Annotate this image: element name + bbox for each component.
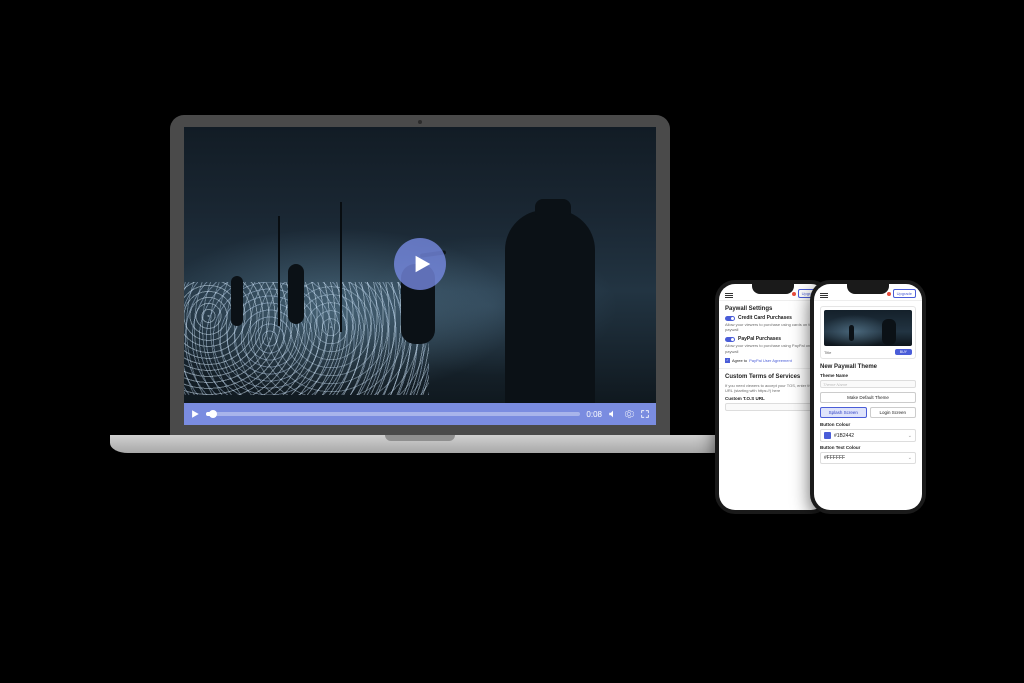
- phone-paywall-theme: Upgrade Title BUY New Paywall Theme Them…: [810, 280, 926, 514]
- camera-icon: [418, 120, 422, 124]
- setting-label: Credit Card Purchases: [738, 315, 792, 321]
- play-button[interactable]: [394, 238, 446, 290]
- field-label: Button Text Colour: [820, 445, 916, 450]
- colour-value: #1B2442: [834, 433, 854, 439]
- laptop-base: [110, 435, 730, 453]
- button-text-colour-picker[interactable]: #FFFFFF ⌄: [820, 452, 916, 464]
- laptop-shell: 0:08: [170, 115, 670, 435]
- setting-credit-card: Credit Card Purchases Allow your viewers…: [725, 315, 821, 332]
- section-title: Custom Terms of Services: [725, 374, 821, 380]
- button-colour-picker[interactable]: #1B2442 ⌄: [820, 429, 916, 442]
- paypal-agreement-link[interactable]: PayPal User Agreement: [749, 358, 792, 363]
- settings-icon[interactable]: [624, 409, 634, 419]
- time-display: 0:08: [586, 410, 602, 419]
- menu-icon[interactable]: [820, 293, 828, 298]
- field-label: Button Colour: [820, 422, 916, 427]
- section-title: New Paywall Theme: [820, 364, 916, 370]
- theme-name-input[interactable]: Theme Name: [820, 380, 916, 388]
- theme-preview: Title BUY: [820, 306, 916, 359]
- volume-icon[interactable]: [608, 409, 618, 419]
- section-title: Paywall Settings: [725, 306, 821, 312]
- agree-row: ✓ Agree to PayPal User Agreement: [725, 358, 821, 363]
- field-label: Theme Name: [820, 373, 916, 378]
- video-controls: 0:08: [184, 403, 656, 425]
- colour-swatch-icon: [824, 432, 831, 439]
- setting-label: PayPal Purchases: [738, 336, 781, 342]
- chevron-down-icon: ⌄: [908, 433, 912, 439]
- phone-notch: [752, 284, 794, 294]
- phone-notch: [847, 284, 889, 294]
- section-desc: If you need viewers to accept your TOS, …: [725, 383, 821, 393]
- chevron-down-icon: ⌄: [908, 455, 912, 461]
- preview-title-label: Title: [824, 350, 831, 355]
- fullscreen-icon[interactable]: [640, 409, 650, 419]
- theme-tabs: Splash Screen Login Screen: [820, 407, 916, 418]
- setting-desc: Allow your viewers to purchase using Pay…: [725, 343, 821, 353]
- preview-thumbnail: [824, 310, 912, 346]
- tab-login-screen[interactable]: Login Screen: [870, 407, 917, 418]
- upgrade-button[interactable]: Upgrade: [893, 289, 916, 298]
- notification-dot-icon[interactable]: [792, 292, 796, 296]
- video-player[interactable]: 0:08: [184, 127, 656, 425]
- toggle-credit-card[interactable]: [725, 316, 735, 321]
- setting-desc: Allow your viewers to purchase using car…: [725, 322, 821, 332]
- play-icon: [411, 253, 433, 275]
- play-small-icon[interactable]: [190, 409, 200, 419]
- notification-dot-icon[interactable]: [887, 292, 891, 296]
- setting-paypal: PayPal Purchases Allow your viewers to p…: [725, 336, 821, 353]
- make-default-button[interactable]: Make Default Theme: [820, 392, 916, 403]
- colour-value: #FFFFFF: [824, 455, 845, 461]
- menu-icon[interactable]: [725, 293, 733, 298]
- field-label: Custom T.O.S URL: [725, 396, 821, 401]
- seek-bar[interactable]: [206, 412, 580, 416]
- tos-url-input[interactable]: [725, 403, 821, 411]
- agree-text: Agree to: [732, 358, 747, 363]
- laptop-mockup: 0:08: [170, 115, 670, 453]
- tab-splash-screen[interactable]: Splash Screen: [820, 407, 867, 418]
- toggle-paypal[interactable]: [725, 337, 735, 342]
- agree-checkbox[interactable]: ✓: [725, 358, 730, 363]
- preview-buy-button[interactable]: BUY: [895, 349, 912, 355]
